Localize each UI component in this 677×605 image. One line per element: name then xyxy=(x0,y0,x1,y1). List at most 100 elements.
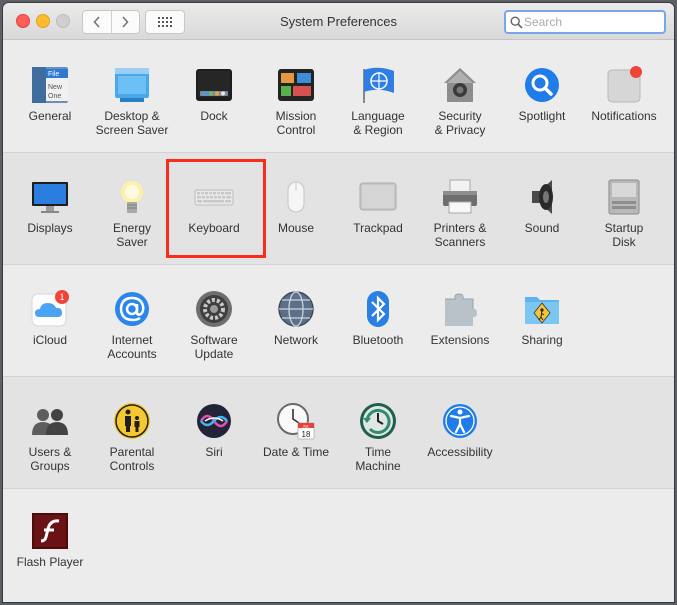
svg-text:One: One xyxy=(48,93,61,100)
calendar-day: 18 xyxy=(302,430,311,439)
accessibility-icon xyxy=(443,404,477,438)
pref-label: Dock xyxy=(200,109,228,123)
pref-label: Bluetooth xyxy=(352,333,404,347)
pref-sound[interactable]: Sound xyxy=(501,177,583,235)
siri-icon xyxy=(197,404,231,438)
extensions-icon xyxy=(445,293,477,326)
pref-time-machine[interactable]: Time Machine xyxy=(337,401,419,473)
users-groups-icon xyxy=(32,409,68,435)
pref-network[interactable]: Network xyxy=(255,289,337,347)
network-icon xyxy=(278,291,314,327)
desktop-screensaver-icon xyxy=(115,68,149,102)
title-bar: System Preferences xyxy=(3,3,674,40)
pref-accessibility[interactable]: Accessibility xyxy=(419,401,501,459)
search-icon xyxy=(510,15,523,29)
mission-control-icon xyxy=(278,69,314,101)
pref-label: Security & Privacy xyxy=(434,109,486,137)
internet-accounts-icon xyxy=(115,292,149,326)
pref-label: General xyxy=(28,109,72,123)
pref-users-groups[interactable]: Users & Groups xyxy=(9,401,91,473)
pref-mouse[interactable]: Mouse xyxy=(255,177,337,235)
pref-label: Network xyxy=(273,333,318,347)
dock-icon xyxy=(196,69,232,101)
flash-player-icon xyxy=(32,513,68,549)
pref-label: Spotlight xyxy=(518,109,566,123)
pref-label: Parental Controls xyxy=(109,445,155,473)
pref-label: Mouse xyxy=(277,221,315,235)
time-machine-icon xyxy=(360,403,396,439)
bluetooth-icon xyxy=(367,291,389,327)
svg-text:File: File xyxy=(48,71,59,78)
pref-label: Notifications xyxy=(591,109,657,123)
pref-energy-saver[interactable]: Energy Saver xyxy=(91,177,173,249)
pref-label: Mission Control xyxy=(275,109,317,137)
pref-spotlight[interactable]: Spotlight xyxy=(501,65,583,123)
search-field[interactable] xyxy=(504,10,666,34)
pref-label: Displays xyxy=(27,221,73,235)
pref-label: Startup Disk xyxy=(604,221,644,249)
pref-label: Software Update xyxy=(190,333,238,361)
svg-text:New: New xyxy=(48,84,63,91)
pref-security-privacy[interactable]: Security & Privacy xyxy=(419,65,501,137)
general-icon: File New One xyxy=(32,67,68,103)
date-time-icon: JUL 18 xyxy=(277,403,315,440)
pref-label: Sharing xyxy=(521,333,563,347)
security-privacy-icon xyxy=(444,68,476,102)
pref-label: Siri xyxy=(205,445,223,459)
pref-label: Time Machine xyxy=(355,445,401,473)
pref-notifications[interactable]: Notifications xyxy=(583,65,665,123)
pref-dock[interactable]: Dock xyxy=(173,65,255,123)
keyboard-highlight-box xyxy=(166,159,266,258)
pref-siri[interactable]: Siri xyxy=(173,401,255,459)
startup-disk-icon xyxy=(608,179,640,215)
pref-label: Energy Saver xyxy=(112,221,152,249)
pref-label: Sound xyxy=(524,221,560,235)
notifications-icon xyxy=(607,66,642,103)
pref-label: Accessibility xyxy=(427,445,493,459)
pref-icloud[interactable]: 1 iCloud xyxy=(9,289,91,347)
pref-label: Printers & Scanners xyxy=(433,221,487,249)
pref-flash-player[interactable]: Flash Player xyxy=(9,511,91,569)
pref-label: Users & Groups xyxy=(28,445,72,473)
software-update-icon xyxy=(196,291,232,327)
pref-internet-accounts[interactable]: Internet Accounts xyxy=(91,289,173,361)
pref-extensions[interactable]: Extensions xyxy=(419,289,501,347)
pref-displays[interactable]: Displays xyxy=(9,177,91,235)
pref-trackpad[interactable]: Trackpad xyxy=(337,177,419,235)
pref-label: iCloud xyxy=(32,333,68,347)
pref-printers-scanners[interactable]: Printers & Scanners xyxy=(419,177,501,249)
pref-date-time[interactable]: JUL 18 Date & Time xyxy=(255,401,337,459)
pref-desktop-screen-saver[interactable]: Desktop & Screen Saver xyxy=(91,65,173,137)
search-input[interactable] xyxy=(523,15,654,29)
pref-bluetooth[interactable]: Bluetooth xyxy=(337,289,419,347)
sharing-icon xyxy=(525,297,559,324)
pref-software-update[interactable]: Software Update xyxy=(173,289,255,361)
spotlight-icon xyxy=(525,68,559,102)
pref-label: Extensions xyxy=(430,333,490,347)
pref-sharing[interactable]: Sharing xyxy=(501,289,583,347)
pref-mission-control[interactable]: Mission Control xyxy=(255,65,337,137)
system-preferences-window: System Preferences File New One General xyxy=(3,3,674,602)
pref-label: Language & Region xyxy=(351,109,405,137)
pref-startup-disk[interactable]: Startup Disk xyxy=(583,177,665,249)
notification-badge: 1 xyxy=(59,292,64,302)
section-other xyxy=(3,488,674,602)
pref-label: Desktop & Screen Saver xyxy=(95,109,169,137)
calendar-month: JUL xyxy=(302,423,310,428)
icloud-icon: 1 xyxy=(31,290,69,327)
energy-saver-icon xyxy=(121,181,143,213)
displays-icon xyxy=(32,182,68,213)
pref-label: Flash Player xyxy=(16,555,84,569)
pref-parental-controls[interactable]: Parental Controls xyxy=(91,401,173,473)
sound-icon xyxy=(532,180,553,214)
trackpad-icon xyxy=(359,182,397,211)
mouse-icon xyxy=(287,181,305,213)
language-region-icon xyxy=(363,67,394,103)
pref-label: Trackpad xyxy=(353,221,403,235)
parental-controls-icon xyxy=(114,403,150,439)
printers-scanners-icon xyxy=(443,179,477,214)
pref-label: Date & Time xyxy=(262,445,330,459)
pref-label: Internet Accounts xyxy=(107,333,157,361)
pref-language-region[interactable]: Language & Region xyxy=(337,65,419,137)
pref-general[interactable]: File New One General xyxy=(9,65,91,123)
